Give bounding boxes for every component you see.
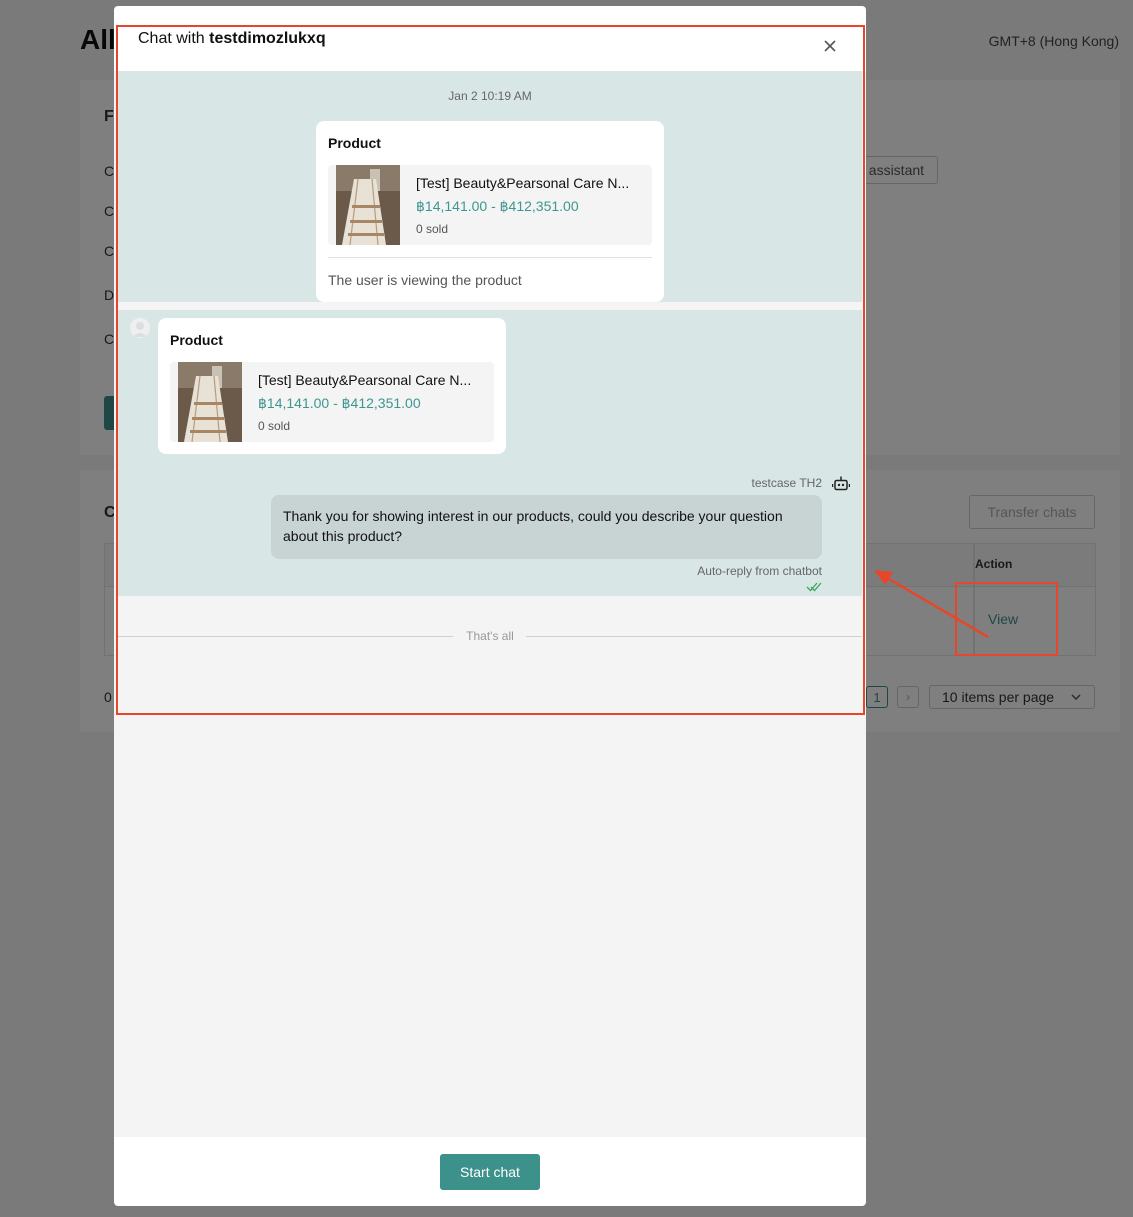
start-chat-button[interactable]: Start chat [440,1154,540,1190]
chat-highlight-frame [116,25,865,715]
